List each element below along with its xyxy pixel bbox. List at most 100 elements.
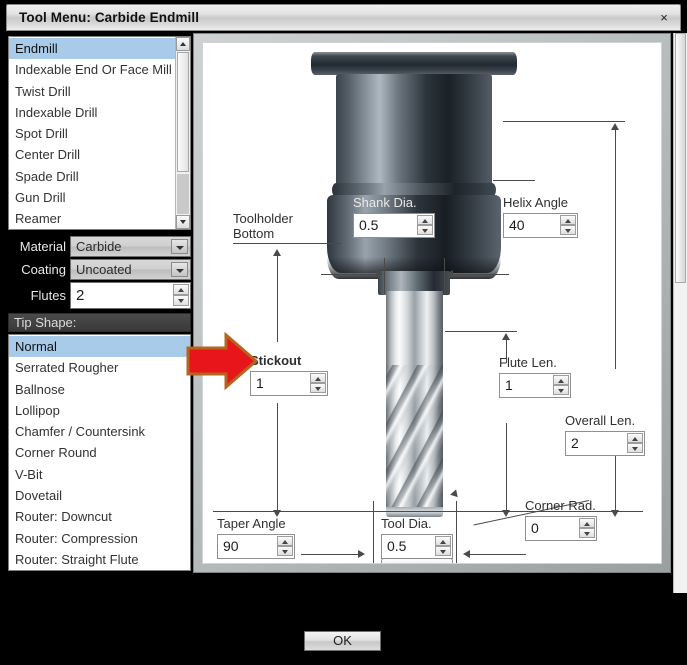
tool-dia-stepper[interactable]: [435, 536, 451, 557]
coating-value: Uncoated: [76, 262, 132, 277]
list-item[interactable]: Spot Drill: [9, 123, 175, 144]
scroll-up-icon[interactable]: [176, 37, 190, 51]
tip-shape-list-items: Normal Serrated Rougher Ballnose Lollipo…: [9, 335, 190, 570]
flutes-label: Flutes: [30, 288, 66, 303]
coating-select[interactable]: Uncoated: [70, 259, 191, 280]
list-item[interactable]: Spade Drill: [9, 166, 175, 187]
tip-shape-header: Tip Shape:: [8, 313, 191, 332]
toolholder-flange-image: [311, 52, 517, 75]
tool-type-listbox[interactable]: Endmill Indexable End Or Face Mill Twist…: [8, 36, 191, 230]
overall-len-ext-top: [503, 121, 625, 122]
list-item[interactable]: V-Bit: [9, 464, 190, 485]
shank-dia-stepper[interactable]: [417, 215, 433, 236]
stepper-down-icon[interactable]: [627, 443, 643, 453]
shank-dia-arrow-left: [376, 270, 383, 278]
overall-len-value: 2: [571, 435, 579, 451]
tool-menu-dialog: Tool Menu: Carbide Endmill × Endmill Ind…: [0, 0, 687, 665]
titlebar: Tool Menu: Carbide Endmill ×: [6, 4, 681, 31]
shank-dia-dim-line-right: [451, 274, 509, 275]
flute-len-input[interactable]: 1: [499, 373, 571, 398]
material-row: Material Carbide: [8, 236, 191, 257]
helix-angle-leader: [493, 180, 535, 181]
list-item[interactable]: Endmill: [9, 38, 175, 60]
corner-rad-label: Corner Rad.: [525, 498, 596, 513]
tool-dia-label: Tool Dia.: [381, 516, 432, 531]
stepper-up-icon[interactable]: [579, 518, 595, 528]
flute-len-ext-top: [445, 331, 517, 332]
flutes-input[interactable]: 2: [70, 282, 191, 309]
flutes-value: 2: [76, 287, 85, 304]
list-item[interactable]: Router: Downcut: [9, 506, 190, 527]
stepper-down-icon[interactable]: [417, 225, 433, 235]
scrollbar-track[interactable]: [177, 174, 189, 214]
overall-len-dim-line-upper: [615, 129, 616, 369]
list-item[interactable]: Router: Compression: [9, 528, 190, 549]
stepper-down-icon[interactable]: [579, 528, 595, 538]
stepper-up-icon[interactable]: [310, 373, 326, 383]
stepper-down-icon[interactable]: [173, 295, 189, 306]
stepper-up-icon[interactable]: [553, 375, 569, 385]
stepper-down-icon[interactable]: [310, 383, 326, 393]
shank-dia-dim-line-left: [321, 274, 379, 275]
taper-angle-stepper[interactable]: [277, 536, 293, 557]
tool-type-scrollbar[interactable]: [175, 37, 190, 229]
list-item[interactable]: Indexable End Or Face Mill: [9, 59, 175, 80]
stepper-up-icon[interactable]: [560, 215, 576, 225]
tool-dia-input[interactable]: 0.5: [381, 534, 453, 559]
material-select[interactable]: Carbide: [70, 236, 191, 257]
toolholder-bottom-label-line1: Toolholder: [233, 211, 293, 226]
stickout-stepper[interactable]: [310, 373, 326, 394]
chevron-down-icon[interactable]: [171, 239, 188, 254]
helix-angle-input[interactable]: 40: [503, 213, 578, 238]
corner-rad-input[interactable]: 0: [525, 516, 597, 541]
stickout-input[interactable]: 1: [250, 371, 328, 396]
stepper-up-icon[interactable]: [627, 433, 643, 443]
list-item[interactable]: Corner Round: [9, 442, 190, 463]
stepper-up-icon[interactable]: [277, 536, 293, 546]
toolholder-bottom-leader-line: [233, 243, 341, 244]
list-item[interactable]: Reamer: [9, 208, 175, 229]
tip-shape-listbox[interactable]: Normal Serrated Rougher Ballnose Lollipo…: [8, 334, 191, 571]
list-item[interactable]: Serrated Rougher: [9, 357, 190, 378]
flutes-stepper[interactable]: [173, 284, 189, 307]
flute-len-stepper[interactable]: [553, 375, 569, 396]
list-item[interactable]: Dovetail: [9, 485, 190, 506]
shank-dia-input[interactable]: 0.5: [353, 213, 435, 238]
taper-angle-label: Taper Angle: [217, 516, 286, 531]
close-icon[interactable]: ×: [656, 10, 672, 26]
overall-len-input[interactable]: 2: [565, 431, 645, 456]
stepper-up-icon[interactable]: [417, 215, 433, 225]
stepper-up-icon[interactable]: [435, 536, 451, 546]
ok-button[interactable]: OK: [304, 631, 381, 651]
chevron-down-icon[interactable]: [171, 262, 188, 277]
window-title: Tool Menu: Carbide Endmill: [19, 10, 200, 25]
flutes-row: Flutes 2: [8, 282, 191, 309]
material-label: Material: [19, 239, 66, 254]
list-item[interactable]: Router: Straight Flute: [9, 549, 190, 570]
stepper-down-icon[interactable]: [553, 385, 569, 395]
list-item[interactable]: Gun Drill: [9, 187, 175, 208]
helix-angle-stepper[interactable]: [560, 215, 576, 236]
tool-diagram-canvas: Toolholder Bottom Stickout 1 Shank Dia. …: [202, 42, 662, 564]
list-item[interactable]: Lollipop: [9, 400, 190, 421]
list-item[interactable]: Normal: [9, 336, 190, 358]
stepper-down-icon[interactable]: [435, 546, 451, 556]
list-item[interactable]: Center Drill: [9, 144, 175, 165]
page-scrollbar-thumb[interactable]: [675, 33, 686, 283]
list-item[interactable]: Chamfer / Countersink: [9, 421, 190, 442]
list-item[interactable]: Twist Drill: [9, 81, 175, 102]
stepper-up-icon[interactable]: [173, 284, 189, 295]
stepper-down-icon[interactable]: [560, 225, 576, 235]
taper-angle-input[interactable]: 90: [217, 534, 295, 559]
page-scrollbar[interactable]: [673, 33, 687, 593]
overall-len-arrow-up: [611, 123, 619, 130]
overall-len-stepper[interactable]: [627, 433, 643, 454]
sizes-button[interactable]: Sizes: [381, 558, 453, 563]
stepper-down-icon[interactable]: [277, 546, 293, 556]
scroll-down-icon[interactable]: [176, 215, 190, 229]
sizes-button-label: Sizes: [400, 561, 433, 563]
list-item[interactable]: Indexable Drill: [9, 102, 175, 123]
list-item[interactable]: Ballnose: [9, 379, 190, 400]
scrollbar-thumb[interactable]: [177, 52, 189, 172]
corner-rad-stepper[interactable]: [579, 518, 595, 539]
